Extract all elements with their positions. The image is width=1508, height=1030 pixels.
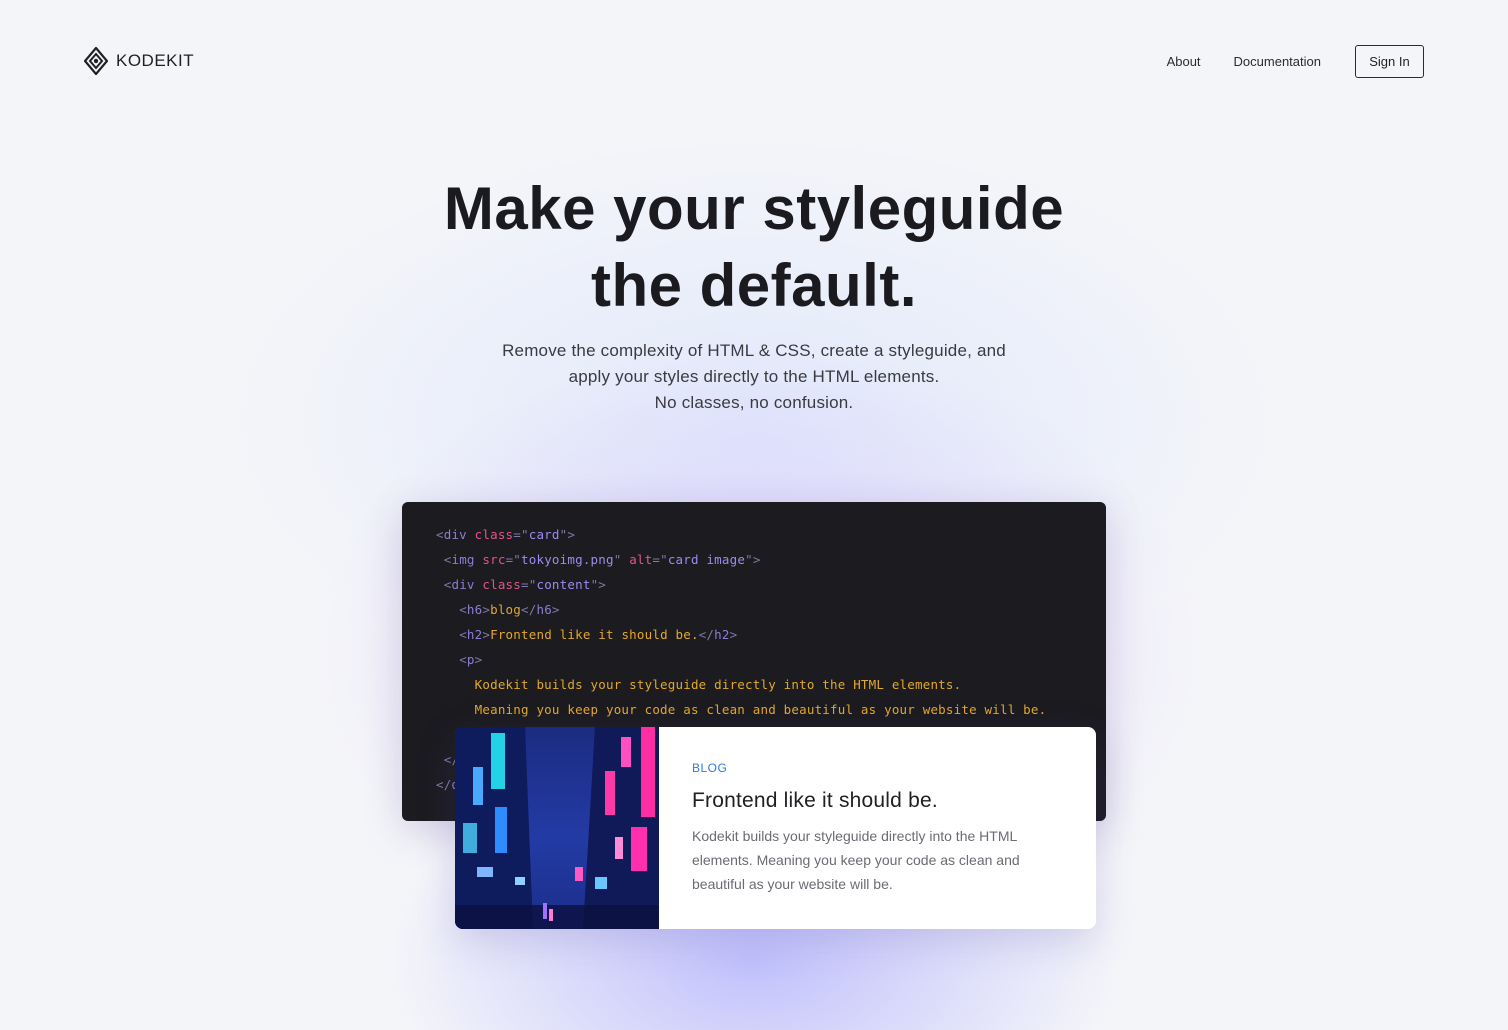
top-nav: KODEKIT About Documentation Sign In <box>84 44 1424 78</box>
code-line: <p> <box>436 652 482 667</box>
code-punctuation: < <box>459 627 467 642</box>
code-attribute: alt <box>621 552 653 567</box>
code-punctuation: > <box>551 602 560 617</box>
hero-title-line-2: the default. <box>590 252 917 319</box>
hero-title-line-1: Make your styleguide <box>443 175 1065 242</box>
code-punctuation: < <box>436 527 444 542</box>
code-punctuation: =" <box>513 527 529 542</box>
code-punctuation: < <box>459 652 467 667</box>
tokyo-street-illustration <box>455 727 659 929</box>
code-tag-name: div <box>451 577 475 592</box>
code-punctuation: </ <box>521 602 537 617</box>
hero-title: Make your styleguide the default. <box>0 170 1508 324</box>
code-punctuation: "> <box>590 577 607 592</box>
code-line: Kodekit builds your styleguide directly … <box>436 677 962 692</box>
code-text: Kodekit builds your styleguide directly … <box>474 677 962 692</box>
code-punctuation: </ <box>698 627 715 642</box>
code-attribute: class <box>466 527 514 542</box>
code-tag-name: img <box>451 552 475 567</box>
blog-card[interactable]: BLOG Frontend like it should be. Kodekit… <box>455 727 1096 929</box>
code-string: tokyoimg.png <box>521 552 614 567</box>
code-punctuation: "> <box>559 527 576 542</box>
code-string: card <box>528 527 560 542</box>
code-string: content <box>536 577 591 592</box>
brand-logo[interactable]: KODEKIT <box>84 44 194 78</box>
code-text: Meaning you keep your code as clean and … <box>474 702 1047 717</box>
code-punctuation: =" <box>521 577 537 592</box>
landing-page: KODEKIT About Documentation Sign In Make… <box>0 0 1508 1030</box>
nav-links: About Documentation Sign In <box>1167 44 1424 78</box>
code-tag-name: h2 <box>466 627 483 642</box>
code-line: <h6>blog</h6> <box>436 602 560 617</box>
code-punctuation: =" <box>652 552 668 567</box>
code-punctuation: > <box>729 627 738 642</box>
code-text: blog <box>490 602 522 617</box>
code-line: <h2>Frontend like it should be.</h2> <box>436 627 737 642</box>
hero-subtitle-line-1: Remove the complexity of HTML & CSS, cre… <box>502 341 1006 360</box>
code-punctuation: > <box>482 627 491 642</box>
code-punctuation: "> <box>745 552 761 567</box>
sign-in-button[interactable]: Sign In <box>1355 44 1424 78</box>
card-title: Frontend like it should be. <box>692 789 938 812</box>
card-category-tag: BLOG <box>692 761 728 775</box>
code-tag-name: h6 <box>536 602 552 617</box>
code-tag-name: h2 <box>714 627 730 642</box>
code-attribute: class <box>474 577 522 592</box>
code-attribute: src <box>474 552 506 567</box>
code-punctuation: =" <box>505 552 522 567</box>
code-tag-name: h6 <box>466 602 483 617</box>
code-line: <div class="content"> <box>436 577 606 592</box>
code-line: <div class="card"> <box>436 527 575 542</box>
code-line: Meaning you keep your code as clean and … <box>436 702 1047 717</box>
code-punctuation: </ <box>436 777 452 792</box>
nav-about-link[interactable]: About <box>1167 54 1201 69</box>
code-tag-name: p <box>466 652 475 667</box>
code-punctuation: > <box>482 602 491 617</box>
code-tag-name: div <box>443 527 467 542</box>
nav-documentation-link[interactable]: Documentation <box>1234 54 1321 69</box>
hero-subtitle-line-3: No classes, no confusion. <box>654 393 854 412</box>
brand-name: KODEKIT <box>116 51 195 70</box>
code-string: card image <box>667 552 746 567</box>
code-punctuation: < <box>459 602 467 617</box>
kodekit-diamond-icon <box>84 47 108 75</box>
code-punctuation: > <box>474 652 483 667</box>
card-image <box>455 727 659 929</box>
hero-subtitle: Remove the complexity of HTML & CSS, cre… <box>0 338 1508 416</box>
code-text: Frontend like it should be. <box>490 627 699 642</box>
hero-subtitle-line-2: apply your styles directly to the HTML e… <box>568 367 940 386</box>
code-line: <img src="tokyoimg.png" alt="card image"… <box>436 552 761 567</box>
card-body-text: Kodekit builds your styleguide directly … <box>692 828 1020 892</box>
